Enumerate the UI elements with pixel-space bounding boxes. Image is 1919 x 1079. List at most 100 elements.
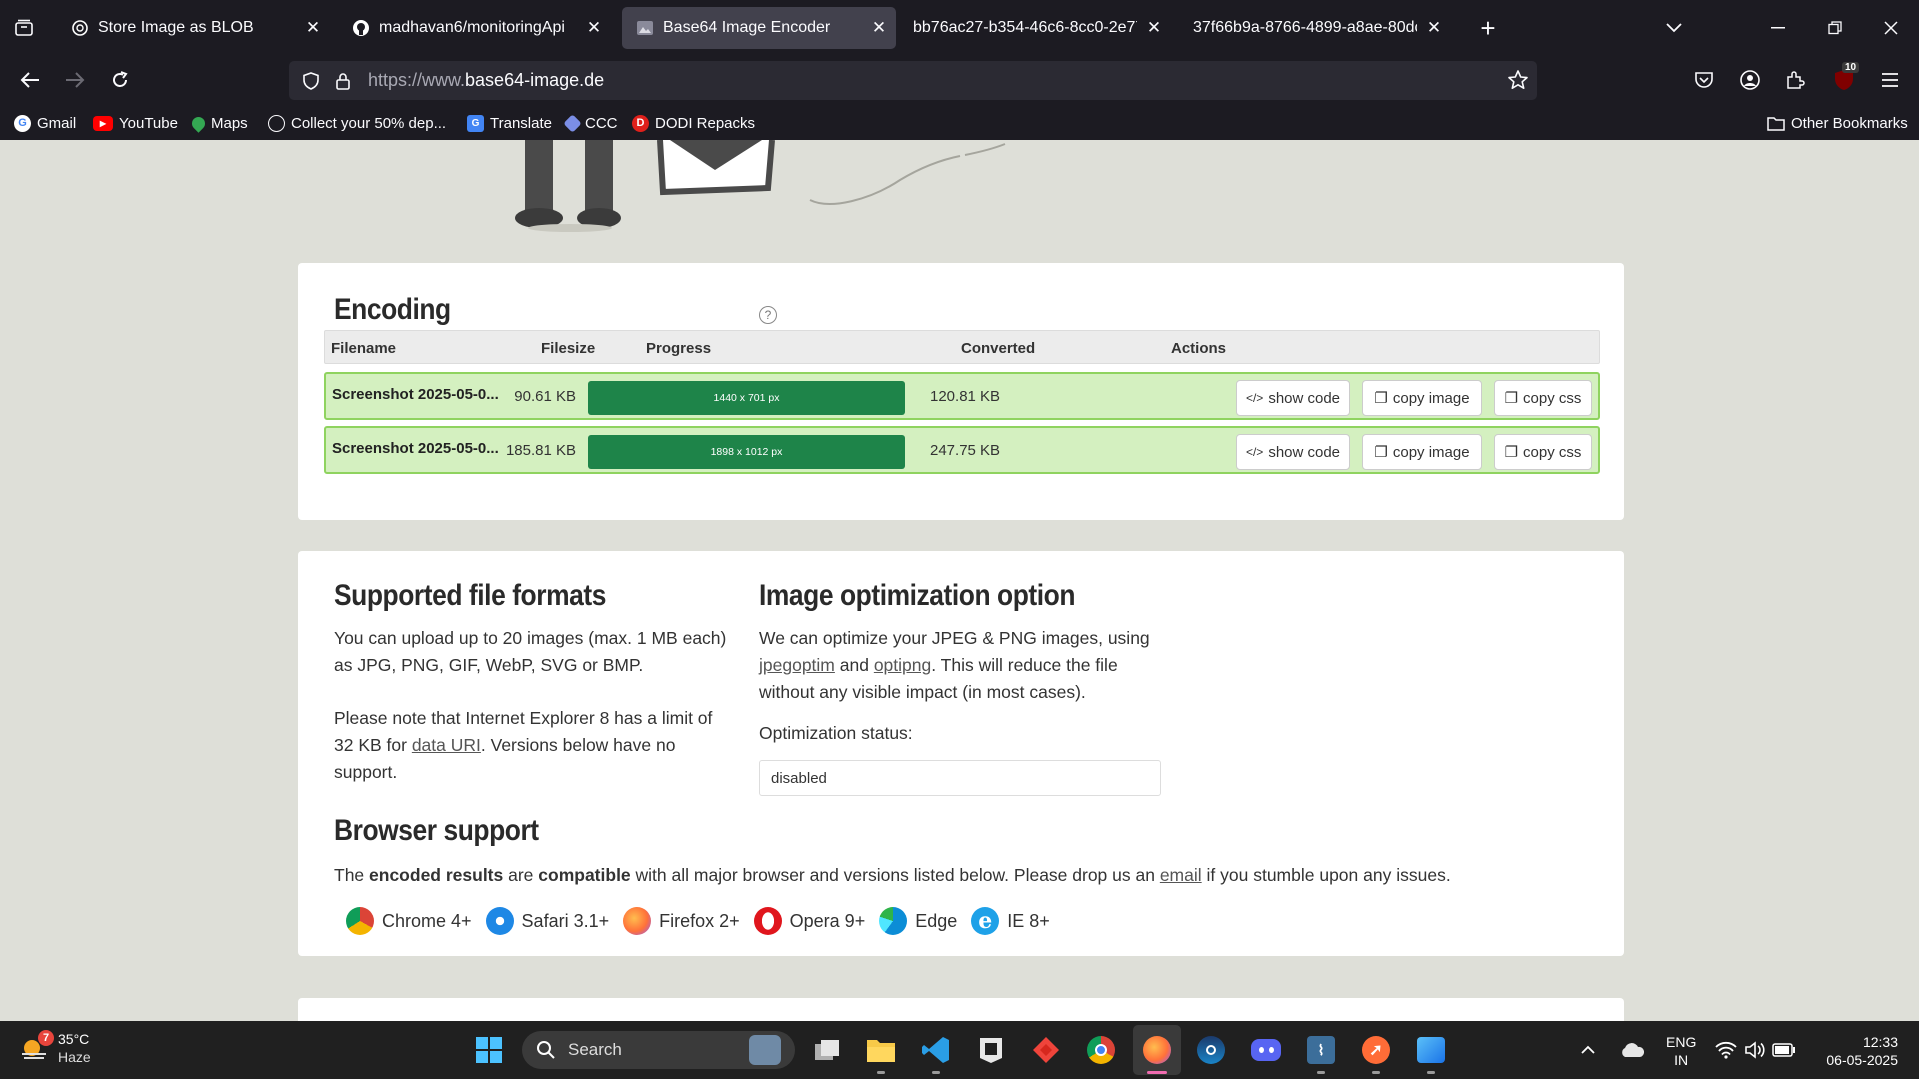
formats-text: You can upload up to 20 images (max. 1 M… <box>334 628 727 675</box>
tab-base64-encoder[interactable]: Base64 Image Encoder ✕ <box>622 7 896 49</box>
onedrive-icon[interactable] <box>1617 1034 1647 1066</box>
bookmark-maps[interactable]: Maps <box>189 111 248 135</box>
ublock-icon[interactable]: 10 <box>1828 62 1860 96</box>
bookmark-collect[interactable]: Collect your 50% dep... <box>268 111 446 135</box>
anydesk-icon[interactable] <box>1030 1034 1062 1066</box>
formats-title: Supported file formats <box>334 579 606 612</box>
ccc-icon <box>563 113 582 133</box>
tab-title: 37f66b9a-8766-4899-a8ae-80dcdfa <box>1193 19 1417 36</box>
copy-css-button[interactable]: ❐ copy css <box>1494 380 1592 416</box>
optimization-status-field[interactable]: disabled <box>759 760 1161 796</box>
close-tab-icon[interactable]: ✕ <box>862 18 896 38</box>
close-tab-icon[interactable]: ✕ <box>296 18 330 38</box>
weather-widget[interactable]: 7 35°C Haze <box>18 1030 91 1066</box>
file-explorer-icon[interactable] <box>865 1034 897 1066</box>
row-filename: Screenshot 2025-05-0... <box>332 440 499 457</box>
show-code-button[interactable]: </> show code <box>1236 380 1350 416</box>
epic-games-icon[interactable] <box>975 1034 1007 1066</box>
tab-uuid-1[interactable]: bb76ac27-b354-46c6-8cc0-2e77adf ✕ <box>898 7 1171 49</box>
copy-image-button[interactable]: ❐ copy image <box>1362 380 1482 416</box>
vscode-icon[interactable] <box>920 1034 952 1066</box>
bookmark-gmail[interactable]: G Gmail <box>14 111 76 135</box>
other-bookmarks[interactable]: Other Bookmarks <box>1767 111 1908 135</box>
safari-icon <box>485 907 514 935</box>
table-header: Filename Filesize Progress Converted Act… <box>324 330 1600 364</box>
extensions-icon[interactable] <box>1779 64 1811 96</box>
youtube-icon: ▶ <box>93 115 113 131</box>
bookmark-label: Gmail <box>37 114 77 132</box>
close-tab-icon[interactable]: ✕ <box>577 18 611 38</box>
forward-icon[interactable] <box>59 64 91 96</box>
email-link[interactable]: email <box>1160 865 1202 885</box>
help-icon[interactable]: ? <box>759 306 777 324</box>
tab-store-image[interactable]: Store Image as BLOB ✕ <box>57 7 330 49</box>
url-bar[interactable]: https://www.base64-image.de <box>289 61 1537 100</box>
bookmark-translate[interactable]: G Translate <box>467 111 552 135</box>
task-view-icon[interactable] <box>811 1034 843 1066</box>
new-tab-icon[interactable]: + <box>1472 12 1504 44</box>
close-tab-icon[interactable]: ✕ <box>1137 18 1171 38</box>
taskbar-search[interactable]: Search <box>522 1031 795 1069</box>
encoding-title: Encoding <box>334 293 451 326</box>
minimize-icon[interactable] <box>1759 12 1797 44</box>
shield-icon[interactable] <box>301 71 321 90</box>
bookmark-youtube[interactable]: ▶ YouTube <box>93 111 178 135</box>
weather-badge: 7 <box>38 1030 54 1046</box>
close-window-icon[interactable] <box>1872 12 1910 44</box>
tab-uuid-2[interactable]: 37f66b9a-8766-4899-a8ae-80dcdfa ✕ <box>1178 7 1451 49</box>
menu-icon[interactable] <box>1874 64 1906 96</box>
mysql-workbench-icon[interactable]: ⌇ <box>1305 1034 1337 1066</box>
tab-title: madhavan6/monitoringApi <box>379 19 565 36</box>
back-icon[interactable] <box>14 64 46 96</box>
list-all-tabs-icon[interactable] <box>1658 12 1690 44</box>
close-tab-icon[interactable]: ✕ <box>1417 18 1451 38</box>
star-icon[interactable] <box>1507 69 1529 96</box>
bookmark-label: DODI Repacks <box>655 114 756 132</box>
pocket-icon[interactable] <box>1688 64 1720 96</box>
discord-icon[interactable] <box>1250 1034 1282 1066</box>
show-code-button[interactable]: </> show code <box>1236 434 1350 470</box>
reload-icon[interactable] <box>104 64 136 96</box>
translate-icon: G <box>467 114 484 132</box>
tab-github[interactable]: madhavan6/monitoringApi ✕ <box>338 7 611 49</box>
browser-name: Safari 3.1+ <box>521 910 610 931</box>
data-uri-link[interactable]: data URI <box>412 735 481 755</box>
chrome-taskbar-icon[interactable] <box>1085 1034 1117 1066</box>
optipng-link[interactable]: optipng <box>874 655 931 675</box>
clock[interactable]: 12:33 06-05-2025 <box>1812 1033 1898 1069</box>
opera-icon <box>753 907 782 935</box>
postman-icon[interactable]: ➚ <box>1360 1034 1392 1066</box>
firefox-icon <box>623 907 652 935</box>
search-placeholder: Search <box>568 1040 622 1059</box>
browser-opera: Opera 9+ <box>753 907 865 935</box>
bs-bold: compatible <box>538 865 631 885</box>
account-icon[interactable] <box>1734 64 1766 96</box>
copy-image-button[interactable]: ❐ copy image <box>1362 434 1482 470</box>
restore-icon[interactable] <box>1816 12 1854 44</box>
table-row: Screenshot 2025-05-0... 185.81 KB 1898 x… <box>324 426 1600 474</box>
bookmark-dodi[interactable]: D DODI Repacks <box>632 111 755 135</box>
button-label: show code <box>1268 389 1341 407</box>
steam-icon[interactable] <box>1195 1034 1227 1066</box>
bookmark-label: CCC <box>585 114 618 132</box>
language-indicator[interactable]: ENG IN <box>1666 1033 1696 1069</box>
copy-css-button[interactable]: ❐ copy css <box>1494 434 1592 470</box>
lock-icon[interactable] <box>333 72 353 90</box>
chrome-icon <box>346 907 374 935</box>
code-icon: </> <box>1245 445 1264 459</box>
copy-icon: ❐ <box>1504 390 1519 407</box>
wifi-icon[interactable] <box>1713 1034 1739 1066</box>
clock-time: 12:33 <box>1862 1034 1898 1050</box>
jpegoptim-link[interactable]: jpegoptim <box>759 655 835 675</box>
battery-icon[interactable] <box>1771 1034 1797 1066</box>
tab-list-icon[interactable] <box>8 12 40 44</box>
bookmark-label: Collect your 50% dep... <box>291 114 447 132</box>
bookmark-ccc[interactable]: CCC <box>563 111 618 135</box>
firefox-taskbar-icon[interactable] <box>1141 1034 1173 1066</box>
dodi-icon: D <box>632 114 649 132</box>
progress-bar: 1898 x 1012 px <box>588 435 905 469</box>
chevron-up-icon[interactable] <box>1576 1034 1600 1066</box>
photos-icon[interactable] <box>1415 1034 1447 1066</box>
volume-icon[interactable] <box>1742 1034 1768 1066</box>
windows-start-icon[interactable] <box>473 1034 505 1066</box>
